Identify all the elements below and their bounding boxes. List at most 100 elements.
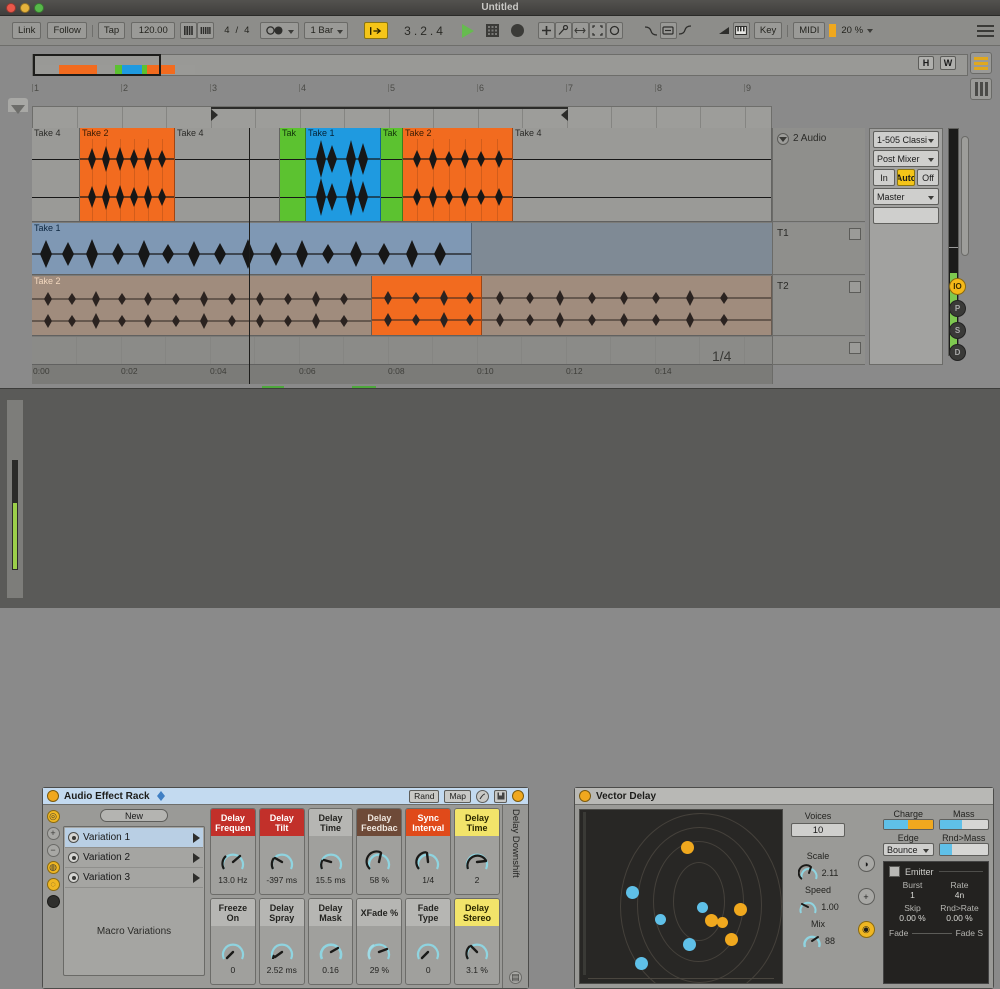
- position-sixteenths[interactable]: 4: [436, 24, 444, 38]
- monitor-auto-button[interactable]: Auto: [897, 169, 915, 186]
- variation-item[interactable]: Variation 1: [65, 828, 203, 848]
- clip[interactable]: Take 2: [403, 128, 513, 221]
- clip[interactable]: Take 2: [80, 128, 175, 221]
- clip[interactable]: Take 1: [306, 128, 381, 221]
- show-overview-toggle[interactable]: [8, 98, 28, 116]
- bar-ruler[interactable]: 1 2 3 4 5 6 7 8 9: [32, 84, 772, 106]
- delay-toggle-icon[interactable]: D: [949, 344, 966, 361]
- chain-device-strip[interactable]: Delay Downshift ▤: [502, 805, 528, 988]
- clip[interactable]: Take 4: [513, 128, 772, 221]
- emitter-toggle[interactable]: [889, 866, 900, 877]
- track-lane-master[interactable]: [32, 337, 772, 365]
- clip[interactable]: Take 1: [32, 223, 472, 274]
- macro-control[interactable]: DelayTime 15.5 ms: [308, 808, 354, 895]
- variation-recall-icon[interactable]: [68, 852, 79, 863]
- hamburger-menu-icon[interactable]: [977, 24, 994, 38]
- burst-value[interactable]: 1: [889, 890, 936, 900]
- computer-midi-keyboard-icon[interactable]: [733, 22, 750, 39]
- audio-to-sub-dropdown[interactable]: [873, 207, 939, 224]
- skip-value[interactable]: 0.00 %: [889, 913, 936, 923]
- variation-arrow-icon[interactable]: [193, 833, 200, 843]
- macro-knob[interactable]: [413, 848, 443, 874]
- session-side-buttons[interactable]: IO P S D: [949, 278, 966, 361]
- variation-recall-icon[interactable]: [68, 872, 79, 883]
- vector-field-display[interactable]: [579, 809, 783, 984]
- track-name[interactable]: 2 Audio: [793, 133, 826, 144]
- arrangement-view-toggle-icon[interactable]: [970, 78, 992, 100]
- mix-knob[interactable]: [801, 931, 823, 951]
- macro-knob[interactable]: [316, 848, 346, 874]
- clip[interactable]: Tak: [381, 128, 403, 221]
- stop-icon[interactable]: [486, 24, 499, 37]
- vector-delay-device[interactable]: Vector Delay: [574, 787, 994, 989]
- macro-control[interactable]: DelayStereo 3.1 %: [454, 898, 500, 985]
- variation-item[interactable]: Variation 2: [65, 848, 203, 868]
- target-icon[interactable]: ◉: [858, 921, 875, 938]
- clip[interactable]: Take 2: [32, 276, 372, 335]
- hot-swap-icon[interactable]: [155, 790, 167, 802]
- cpu-load-display[interactable]: 20 %: [836, 22, 877, 39]
- track-activator-icon[interactable]: [777, 133, 789, 145]
- device-activator-icon[interactable]: [47, 790, 59, 802]
- macro-knob[interactable]: [364, 938, 394, 964]
- device-activator-icon[interactable]: [579, 790, 591, 802]
- track-device-strip[interactable]: [6, 399, 24, 599]
- browser-w-toggle[interactable]: W: [940, 56, 956, 70]
- charge-slider[interactable]: [883, 819, 934, 830]
- rack-title-bar[interactable]: Audio Effect Rack Rand Map: [43, 788, 528, 805]
- arrangement-position-icon[interactable]: [364, 22, 388, 39]
- track-header-t2[interactable]: T2: [773, 276, 865, 336]
- rnd-mass-slider[interactable]: [939, 843, 990, 856]
- rack-sidebar-buttons[interactable]: ◎ + − ◍ ◌: [43, 805, 63, 988]
- edge-dropdown[interactable]: Bounce: [883, 843, 934, 856]
- map-macros-button[interactable]: Map: [444, 790, 471, 803]
- macro-control[interactable]: DelayTime 2: [454, 808, 500, 895]
- time-signature-numerator[interactable]: 4: [219, 22, 234, 39]
- vector-delay-title-bar[interactable]: Vector Delay: [575, 788, 993, 805]
- automation-mode-icon[interactable]: [677, 22, 694, 39]
- session-view-toggle-icon[interactable]: [970, 52, 992, 74]
- clip[interactable]: Take 4: [32, 128, 80, 221]
- audio-to-dropdown[interactable]: Master: [873, 188, 939, 205]
- loop-selection-icon[interactable]: [606, 22, 623, 39]
- track-header-audio[interactable]: 2 Audio: [773, 128, 865, 222]
- monitor-off-button[interactable]: Off: [917, 169, 939, 186]
- clip[interactable]: Tak: [280, 128, 306, 221]
- macro-knob[interactable]: [462, 848, 492, 874]
- macro-knob[interactable]: [462, 938, 492, 964]
- monitor-in-button[interactable]: In: [873, 169, 895, 186]
- delete-variation-icon[interactable]: −: [47, 844, 60, 857]
- macro-control[interactable]: DelayFrequen 13.0 Hz: [210, 808, 256, 895]
- macro-knob[interactable]: [316, 938, 346, 964]
- rnd-rate-value[interactable]: 0.00 %: [936, 913, 983, 923]
- arrangement-overview[interactable]: [32, 54, 968, 76]
- macro-control[interactable]: FreezeOn 0: [210, 898, 256, 985]
- track-lane-t2[interactable]: Take 2: [32, 276, 772, 336]
- position-beats[interactable]: 2: [420, 24, 428, 38]
- voice-dot[interactable]: [683, 938, 696, 951]
- track-header-extra[interactable]: [773, 337, 865, 365]
- rate-value[interactable]: 4n: [936, 890, 983, 900]
- macro-knob[interactable]: [364, 848, 394, 874]
- randomize-macros-button[interactable]: Rand: [409, 790, 439, 803]
- mass-slider[interactable]: [939, 819, 990, 830]
- fade-in-icon[interactable]: [643, 22, 660, 39]
- macro-control[interactable]: DelayFeedbac 58 %: [356, 808, 402, 895]
- voices-value[interactable]: 10: [791, 823, 845, 837]
- fold-device-icon[interactable]: [47, 895, 60, 908]
- show-macros-icon[interactable]: ◎: [47, 810, 60, 823]
- variation-item[interactable]: Variation 3: [65, 868, 203, 888]
- quantization-dropdown[interactable]: 1 Bar: [304, 22, 348, 39]
- loop-brace[interactable]: [211, 107, 568, 127]
- add-variation-icon[interactable]: +: [47, 827, 60, 840]
- track-lane-t1[interactable]: Take 1: [32, 223, 772, 275]
- scale-knob[interactable]: [798, 863, 820, 883]
- vector-delay-mid-buttons[interactable]: ◑ + ◉: [853, 809, 879, 984]
- save-preset-icon[interactable]: [494, 790, 507, 803]
- position-bars[interactable]: 3: [404, 24, 412, 38]
- track-fold-icon[interactable]: [849, 342, 861, 354]
- voice-dot[interactable]: [734, 903, 747, 916]
- pencil-icon[interactable]: [716, 22, 733, 39]
- add-time-icon[interactable]: [538, 22, 555, 39]
- metronome-icon[interactable]: [180, 22, 197, 39]
